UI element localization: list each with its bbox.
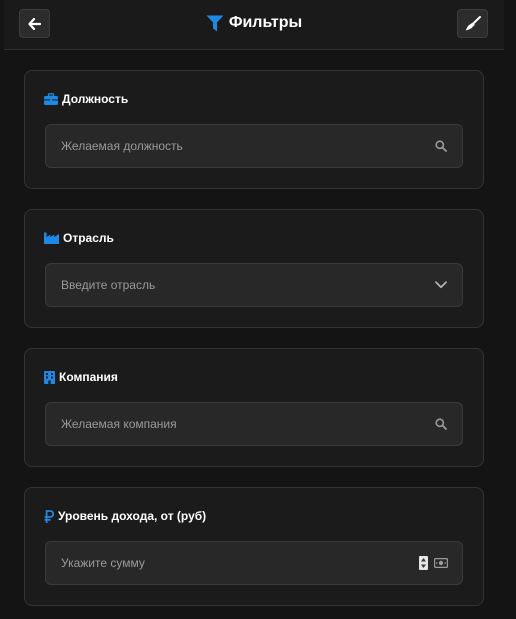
industry-icon (44, 232, 59, 244)
broom-icon (465, 16, 481, 31)
company-search-input[interactable]: Желаемая компания (45, 402, 463, 446)
ruble-icon (44, 509, 54, 523)
header-bar: Фильтры (4, 0, 504, 50)
position-search-input[interactable]: Желаемая должность (45, 124, 463, 168)
clear-filters-button[interactable] (457, 9, 488, 38)
page-title-text: Фильтры (228, 14, 303, 31)
position-filter-card: Должность Желаемая должность (24, 70, 484, 189)
industry-label-text: Отрасль (63, 231, 114, 245)
income-label-text: Уровень дохода, от (руб) (58, 509, 207, 523)
income-placeholder: Укажите сумму (61, 556, 145, 570)
search-icon (434, 139, 448, 153)
chevron-down-icon (434, 278, 448, 292)
building-icon (44, 370, 55, 384)
industry-label: Отрасль (44, 231, 114, 245)
number-stepper-icon[interactable] (419, 556, 428, 570)
briefcase-icon (44, 93, 58, 105)
position-placeholder: Желаемая должность (61, 139, 183, 153)
industry-select[interactable]: Введите отрасль (45, 263, 463, 307)
company-filter-card: Компания Желаемая компания (24, 348, 484, 467)
company-label: Компания (44, 370, 118, 384)
company-label-text: Компания (59, 370, 118, 384)
search-icon (434, 417, 448, 431)
company-placeholder: Желаемая компания (61, 417, 177, 431)
page-title: Фильтры (4, 14, 504, 32)
filter-icon (206, 15, 224, 31)
income-amount-input[interactable]: Укажите сумму (45, 541, 463, 585)
money-bill-icon (434, 558, 448, 568)
position-label: Должность (44, 92, 128, 106)
industry-filter-card: Отрасль Введите отрасль (24, 209, 484, 328)
amount-controls (419, 556, 448, 570)
position-label-text: Должность (62, 92, 129, 106)
income-label: Уровень дохода, от (руб) (44, 509, 206, 523)
industry-placeholder: Введите отрасль (61, 278, 156, 292)
income-filter-card: Уровень дохода, от (руб) Укажите сумму (24, 487, 484, 606)
